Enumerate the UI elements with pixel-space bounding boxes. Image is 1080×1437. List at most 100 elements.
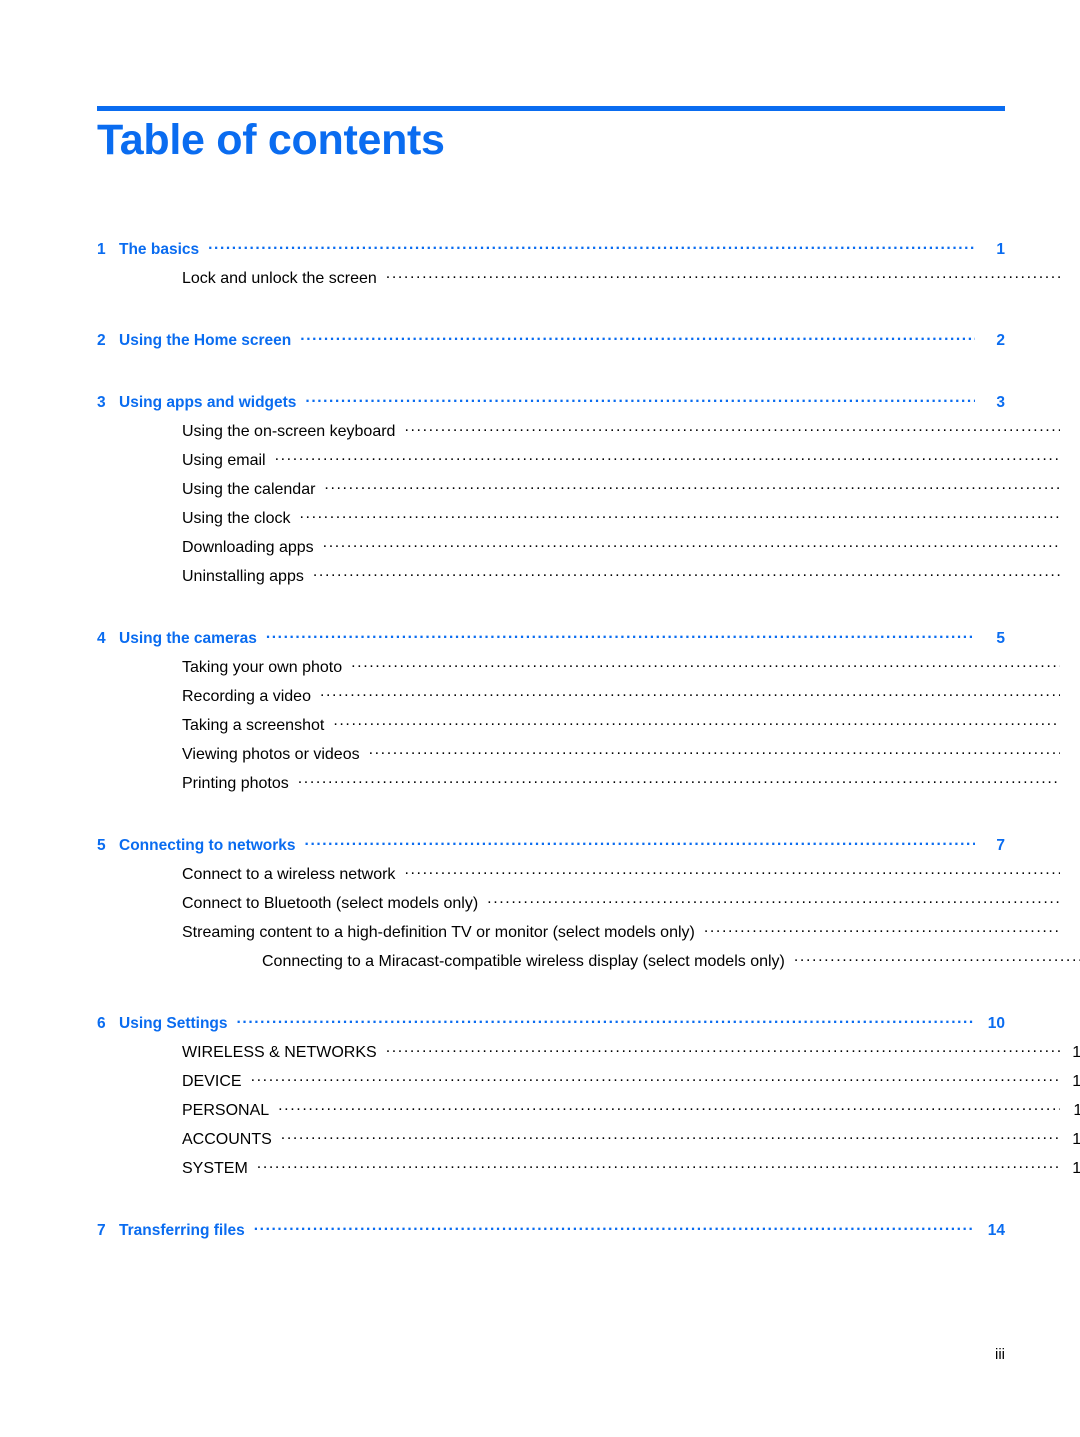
toc-page-number: 1 [1064, 270, 1080, 288]
toc-chapter-row[interactable]: 6 Using Settings 10 [97, 1012, 1005, 1041]
toc-chapter-row[interactable]: 4 Using the cameras 5 [97, 627, 1005, 656]
toc-chapter-row[interactable]: 5 Connecting to networks 7 [97, 834, 1005, 863]
toc-dot-leader [266, 627, 975, 643]
toc-dot-leader [351, 656, 1060, 672]
toc-entry-row[interactable]: Connect to Bluetooth (select models only… [97, 892, 1080, 921]
toc-dot-leader [257, 1157, 1060, 1173]
toc-dot-leader [333, 714, 1060, 730]
toc-dot-leader [324, 478, 1060, 494]
title-rule [97, 106, 1005, 111]
toc-chapter-number: 5 [97, 836, 106, 854]
toc-dot-leader [404, 863, 1060, 879]
toc-chapter-row[interactable]: 7 Transferring files 14 [97, 1219, 1005, 1248]
toc-page-number: 3 [1064, 481, 1080, 499]
toc-entry-label: DEVICE [182, 1073, 242, 1090]
toc-dot-leader [386, 267, 1060, 283]
toc-page-number: 5 [1064, 746, 1080, 764]
toc-entry-label: Using email [182, 452, 266, 469]
toc-entry-label: The basics [119, 240, 200, 258]
toc-chapter-number: 1 [97, 240, 106, 258]
toc-entry-row[interactable]: WIRELESS & NETWORKS 10 [97, 1041, 1080, 1070]
toc-dot-leader [251, 1070, 1060, 1086]
toc-dot-leader [313, 565, 1060, 581]
toc-entry-row[interactable]: Printing photos 5 [97, 772, 1080, 801]
toc-entry-row[interactable]: Streaming content to a high-definition T… [97, 921, 1080, 950]
toc-entry-row[interactable]: Lock and unlock the screen 1 [97, 267, 1080, 296]
toc-entry-label: Using apps and widgets [119, 393, 297, 411]
toc-chapter-number: 3 [97, 393, 106, 411]
toc-chapter-number: 7 [97, 1221, 106, 1239]
toc-page-number: 2 [996, 331, 1005, 349]
toc-entry-label: Uninstalling apps [182, 568, 304, 585]
toc-dot-leader [704, 921, 1060, 937]
toc-dot-leader [298, 772, 1060, 788]
page-title: Table of contents [97, 116, 445, 164]
toc-chapter-row[interactable]: 1 The basics 1 [97, 238, 1005, 267]
toc-entry-label: Connecting to networks [119, 836, 296, 854]
toc-entry-row[interactable]: Using the clock 4 [97, 507, 1080, 536]
toc-dot-leader [487, 892, 1060, 908]
toc-entry-row[interactable]: PERSONAL 11 [97, 1099, 1080, 1128]
toc-dot-leader [369, 743, 1060, 759]
toc-chapter-number: 4 [97, 629, 106, 647]
toc-chapter-row[interactable]: 2 Using the Home screen 2 [97, 329, 1005, 358]
toc-entry-label: Using the clock [182, 510, 291, 527]
toc-page-number: 4 [1064, 510, 1080, 528]
toc-entry-label: ACCOUNTS [182, 1131, 272, 1148]
toc-entry-row[interactable]: Connect to a wireless network 7 [97, 863, 1080, 892]
toc-entry-row[interactable]: SYSTEM 12 [97, 1157, 1080, 1186]
toc-entry-label: Downloading apps [182, 539, 314, 556]
toc-dot-leader [794, 950, 1080, 966]
toc-page-number: 4 [1064, 539, 1080, 557]
toc-page-number: 4 [1064, 568, 1080, 586]
toc-dot-leader [281, 1128, 1060, 1144]
toc-page-number: 10 [1072, 1073, 1080, 1090]
toc-page-number: 3 [1064, 452, 1080, 470]
toc-dot-leader [404, 420, 1060, 436]
toc-entry-row[interactable]: Uninstalling apps 4 [97, 565, 1080, 594]
toc-entry-label: Taking a screenshot [182, 717, 325, 734]
toc-page-number: 5 [1064, 775, 1080, 793]
toc-page-number: 3 [996, 393, 1005, 411]
toc-dot-leader [300, 507, 1061, 523]
toc-entry-row[interactable]: Using the on-screen keyboard 3 [97, 420, 1080, 449]
toc-entry-label: Viewing photos or videos [182, 746, 360, 763]
toc-page-number: 5 [1064, 688, 1080, 706]
toc-page-number: 5 [1064, 659, 1080, 677]
toc-entry-row[interactable]: Using the calendar 3 [97, 478, 1080, 507]
toc-page-number: 10 [987, 1014, 1005, 1032]
toc-dot-leader [208, 238, 975, 254]
toc-entry-row[interactable]: DEVICE 10 [97, 1070, 1080, 1099]
toc-entry-row[interactable]: Taking your own photo 5 [97, 656, 1080, 685]
toc-page-number: 1 [996, 240, 1005, 258]
toc-entry-label: Using the on-screen keyboard [182, 423, 396, 440]
toc-entry-row[interactable]: Using email 3 [97, 449, 1080, 478]
toc-page-number: 7 [996, 836, 1005, 854]
toc-dot-leader [278, 1099, 1060, 1115]
toc-entry-row[interactable]: Recording a video 5 [97, 685, 1080, 714]
footer-page-number: iii [995, 1346, 1005, 1363]
toc-chapter-number: 6 [97, 1014, 106, 1032]
toc-entry-label: Using the Home screen [119, 331, 292, 349]
toc-entry-label: Connect to a wireless network [182, 866, 396, 883]
toc-entry-row[interactable]: ACCOUNTS 12 [97, 1128, 1080, 1157]
table-of-contents: 1The basics1Lock and unlock the screen12… [97, 238, 1080, 1248]
toc-entry-label: Transferring files [119, 1221, 245, 1239]
toc-entry-row[interactable]: Downloading apps 4 [97, 536, 1080, 565]
toc-page-number: 5 [996, 629, 1005, 647]
document-page: Table of contents 1The basics1Lock and u… [0, 0, 1080, 1437]
toc-entry-label: Streaming content to a high-definition T… [182, 924, 695, 941]
toc-chapter-row[interactable]: 3 Using apps and widgets 3 [97, 391, 1005, 420]
toc-entry-label: Using the calendar [182, 481, 316, 498]
toc-page-number: 3 [1064, 423, 1080, 441]
toc-entry-label: PERSONAL [182, 1102, 270, 1119]
toc-entry-row[interactable]: Viewing photos or videos 5 [97, 743, 1080, 772]
toc-page-number: 14 [987, 1221, 1005, 1239]
toc-page-number: 7 [1064, 866, 1080, 884]
toc-entry-row[interactable]: Connecting to a Miracast-compatible wire… [97, 950, 1080, 979]
toc-page-number: 5 [1064, 717, 1080, 735]
toc-entry-label: Recording a video [182, 688, 311, 705]
toc-entry-label: Connecting to a Miracast-compatible wire… [262, 953, 785, 970]
toc-entry-row[interactable]: Taking a screenshot 5 [97, 714, 1080, 743]
toc-dot-leader [320, 685, 1060, 701]
